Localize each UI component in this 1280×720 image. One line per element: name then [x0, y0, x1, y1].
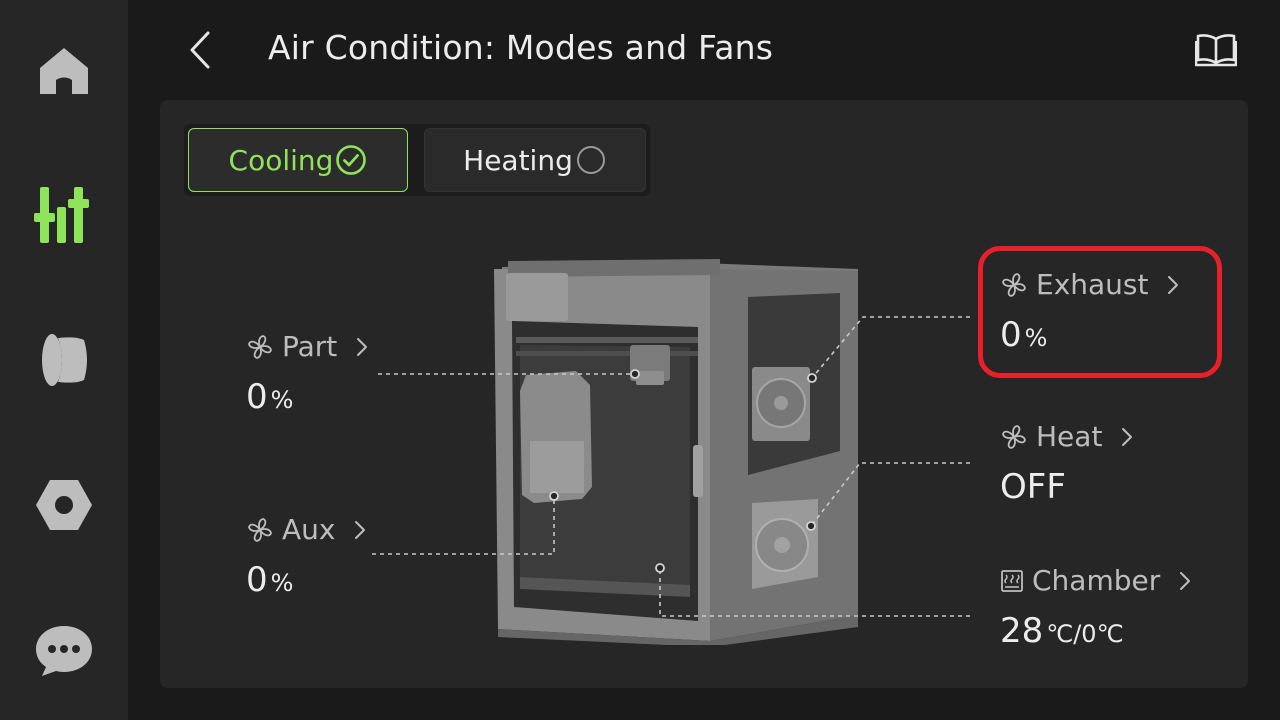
part-fan-block[interactable]: Part 0%	[246, 330, 369, 417]
part-fan-value: 0	[246, 377, 268, 417]
tune-icon	[34, 187, 89, 243]
part-fan-label: Part	[282, 330, 338, 363]
nav-home-button[interactable]	[24, 30, 104, 110]
home-icon	[40, 48, 88, 94]
chamber-temp-block[interactable]: Chamber 28 ℃/0℃	[1000, 564, 1192, 651]
cooling-mode-button[interactable]: Cooling	[188, 128, 408, 192]
chamber-unit: ℃/0℃	[1046, 620, 1124, 648]
air-condition-panel: Cooling Heating Part 0 % Aux 0 % Exhaust…	[160, 100, 1248, 688]
book-icon	[1195, 34, 1237, 67]
manual-button[interactable]	[1190, 26, 1242, 74]
nav-settings-button[interactable]	[24, 465, 104, 545]
filament-icon	[42, 334, 87, 386]
heating-mode-button[interactable]: Heating	[424, 128, 646, 192]
chevron-right-icon	[353, 519, 367, 541]
nav-filament-button[interactable]	[24, 320, 104, 400]
mode-selector: Cooling Heating	[184, 124, 650, 196]
chevron-right-icon	[355, 336, 369, 358]
chamber-heater-icon	[1001, 569, 1023, 592]
fan-icon	[248, 334, 272, 359]
printer-illustration	[494, 259, 858, 645]
chevron-left-icon	[190, 31, 210, 69]
sidebar	[0, 0, 128, 720]
heat-fan-label: Heat	[1036, 420, 1103, 453]
radio-unchecked-icon	[575, 144, 607, 176]
fan-icon	[248, 517, 272, 542]
check-circle-icon	[335, 144, 367, 176]
aux-fan-label: Aux	[282, 513, 336, 546]
chevron-right-icon	[1178, 570, 1192, 592]
chamber-value: 28	[1000, 611, 1044, 651]
aux-fan-block[interactable]: Aux 0%	[246, 513, 367, 600]
fan-icon	[1002, 424, 1026, 449]
heating-mode-label: Heating	[463, 143, 573, 177]
exhaust-highlight-box	[978, 246, 1222, 378]
chevron-right-icon	[1120, 426, 1134, 448]
chamber-label: Chamber	[1032, 564, 1161, 597]
back-button[interactable]	[176, 24, 224, 76]
heat-fan-value: OFF	[1000, 467, 1066, 507]
cooling-mode-label: Cooling	[228, 143, 334, 177]
aux-fan-unit: %	[270, 569, 294, 597]
nav-controls-button[interactable]	[24, 175, 104, 255]
chat-icon	[36, 626, 92, 676]
aux-fan-value: 0	[246, 560, 268, 600]
page-title: Air Condition: Modes and Fans	[268, 28, 774, 67]
heat-fan-block[interactable]: Heat OFF	[1000, 420, 1134, 507]
part-fan-unit: %	[270, 386, 294, 414]
settings-nut-icon	[36, 480, 92, 530]
nav-messages-button[interactable]	[24, 610, 104, 690]
